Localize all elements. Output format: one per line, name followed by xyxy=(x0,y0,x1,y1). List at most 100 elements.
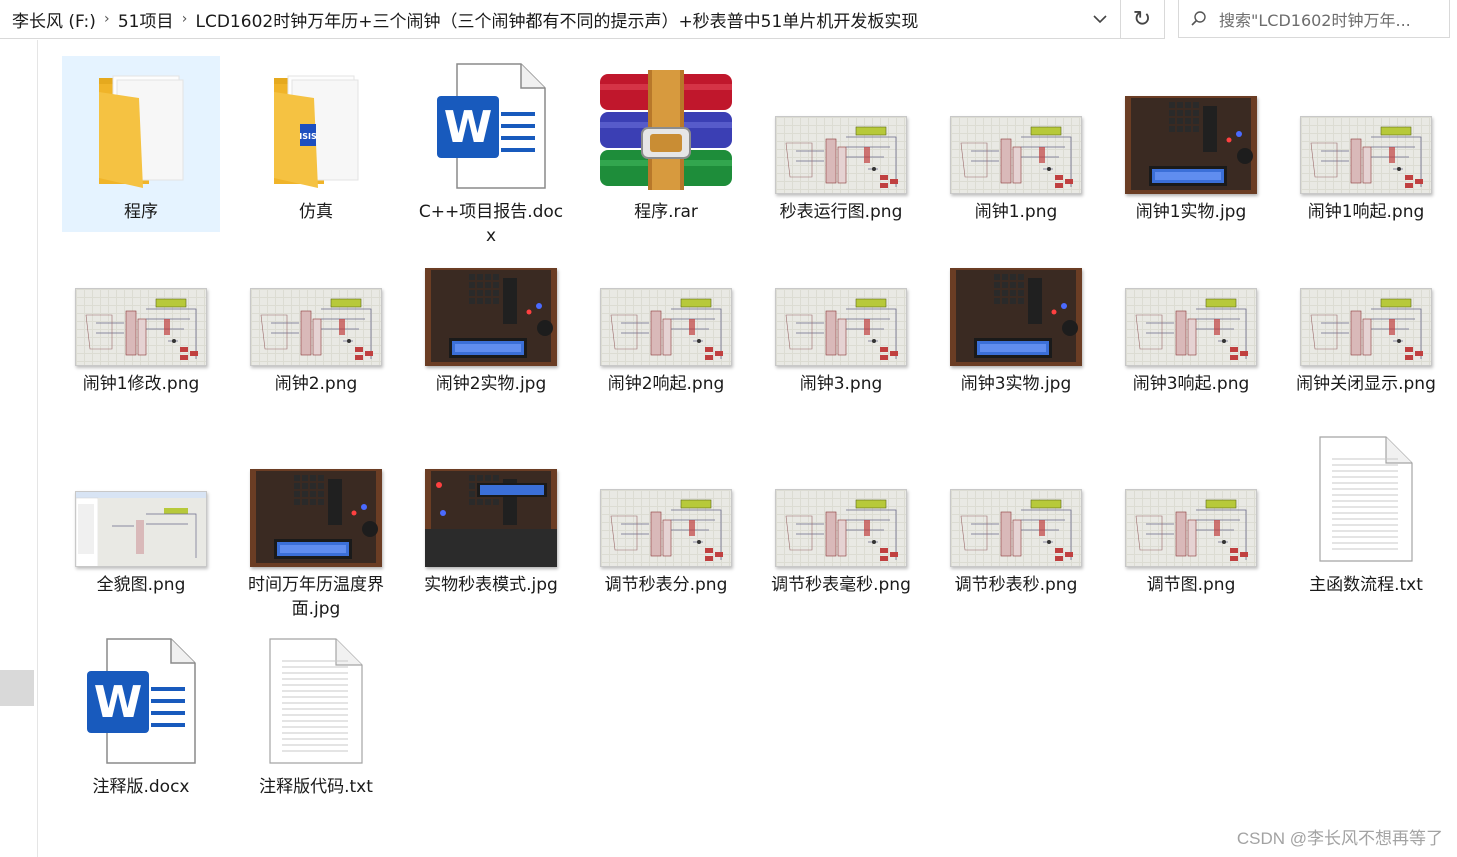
image-thumbnail xyxy=(775,288,907,366)
file-item-icon-area xyxy=(1112,429,1270,571)
text-file-icon xyxy=(268,637,364,769)
breadcrumb-item[interactable]: 51项目 xyxy=(118,7,174,32)
file-item-icon-area xyxy=(762,228,920,370)
file-item-label: 注释版代码.txt xyxy=(259,777,373,797)
file-item[interactable]: 闹钟1.png xyxy=(937,56,1095,232)
breadcrumb-item[interactable]: LCD1602时钟万年历+三个闹钟（三个闹钟都有不同的提示声）+秒表普中51单片… xyxy=(196,7,919,32)
file-item[interactable]: 闹钟关闭显示.png xyxy=(1287,228,1445,404)
rar-archive-icon xyxy=(596,70,736,194)
file-item[interactable]: 实物秒表模式.jpg xyxy=(412,429,570,605)
file-item[interactable]: 主函数流程.txt xyxy=(1287,429,1445,605)
svg-text:W: W xyxy=(94,677,143,728)
address-dropdown-button[interactable] xyxy=(1080,0,1120,38)
search-box[interactable]: 搜索"LCD1602时钟万年... xyxy=(1178,0,1450,38)
file-item-icon-area xyxy=(587,56,745,198)
file-item-label: 闹钟3响起.png xyxy=(1132,374,1250,394)
refresh-button[interactable]: ↻ xyxy=(1120,0,1165,39)
file-item-label: 实物秒表模式.jpg xyxy=(424,575,558,595)
file-item-icon-area xyxy=(587,429,745,571)
file-item[interactable]: 闹钟2实物.jpg xyxy=(412,228,570,404)
file-item[interactable]: W 注释版.docx xyxy=(62,631,220,807)
file-item[interactable]: 注释版代码.txt xyxy=(237,631,395,807)
file-item-label: 闹钟1.png xyxy=(974,202,1058,222)
image-thumbnail xyxy=(1125,288,1257,366)
file-item-icon-area xyxy=(937,429,1095,571)
image-thumbnail xyxy=(250,469,382,567)
image-thumbnail xyxy=(425,469,557,567)
file-item-label: 仿真 xyxy=(299,202,333,222)
file-item-icon-area xyxy=(237,228,395,370)
file-item[interactable]: 调节秒表分.png xyxy=(587,429,745,605)
address-bar[interactable]: 李长风 (F:) › 51项目 › LCD1602时钟万年历+三个闹钟（三个闹钟都有不同… xyxy=(0,0,1121,39)
file-item-label: 秒表运行图.png xyxy=(779,202,903,222)
breadcrumb-item[interactable]: 李长风 (F:) xyxy=(12,7,96,32)
image-thumbnail xyxy=(75,288,207,366)
file-item-label: 调节秒表分.png xyxy=(604,575,728,595)
file-item-label: 时间万年历温度界面.jpg xyxy=(248,575,384,619)
file-item-label: 闹钟2响起.png xyxy=(607,374,725,394)
file-item[interactable]: 闹钟1修改.png xyxy=(62,228,220,404)
file-item-icon-area xyxy=(1112,228,1270,370)
file-item-icon-area xyxy=(412,429,570,571)
file-item-label: 主函数流程.txt xyxy=(1309,575,1423,595)
file-item[interactable]: 调节秒表毫秒.png xyxy=(762,429,920,605)
file-item-icon-area xyxy=(762,429,920,571)
file-item-icon-area xyxy=(762,56,920,198)
file-item[interactable]: ISIS 仿真 xyxy=(237,56,395,232)
file-item[interactable]: 调节秒表秒.png xyxy=(937,429,1095,605)
file-item-label: 注释版.docx xyxy=(92,777,190,797)
file-item-icon-area xyxy=(237,631,395,773)
file-item[interactable]: 闹钟3.png xyxy=(762,228,920,404)
file-item[interactable]: 时间万年历温度界面.jpg xyxy=(237,429,395,619)
file-item-label: 调节秒表秒.png xyxy=(954,575,1078,595)
file-item[interactable]: 程序 xyxy=(62,56,220,232)
file-item[interactable]: 调节图.png xyxy=(1112,429,1270,605)
file-item-label: 程序.rar xyxy=(634,202,698,222)
image-thumbnail xyxy=(1300,288,1432,366)
file-item[interactable]: 闹钟1实物.jpg xyxy=(1112,56,1270,232)
file-item-label: 程序 xyxy=(124,202,158,222)
file-item[interactable]: 程序.rar xyxy=(587,56,745,232)
file-item-icon-area xyxy=(62,56,220,198)
image-thumbnail xyxy=(600,288,732,366)
image-thumbnail xyxy=(950,116,1082,194)
search-icon xyxy=(1179,10,1219,28)
file-item-icon-area xyxy=(62,429,220,571)
file-item-label: 闹钟1修改.png xyxy=(82,374,200,394)
file-item-icon-area xyxy=(62,228,220,370)
image-thumbnail xyxy=(1300,116,1432,194)
file-list: 程序 ISIS 仿真 W C++项目报告.docx 程序.rar 秒表运行图.p… xyxy=(62,56,1452,857)
folder-icon xyxy=(91,66,191,194)
file-item-label: 闹钟2实物.jpg xyxy=(435,374,547,394)
search-input[interactable]: 搜索"LCD1602时钟万年... xyxy=(1219,7,1411,31)
text-file-icon xyxy=(1318,435,1414,567)
file-item-icon-area xyxy=(937,228,1095,370)
image-thumbnail xyxy=(600,489,732,567)
file-item-icon-area xyxy=(1112,56,1270,198)
file-item-icon-area xyxy=(1287,56,1445,198)
breadcrumb-chevron-icon[interactable]: › xyxy=(96,11,118,27)
file-item[interactable]: 秒表运行图.png xyxy=(762,56,920,232)
file-item-label: 闹钟1响起.png xyxy=(1307,202,1425,222)
chevron-down-icon xyxy=(1093,15,1107,24)
breadcrumb-chevron-icon[interactable]: › xyxy=(174,11,196,27)
image-thumbnail xyxy=(250,288,382,366)
file-item-icon-area xyxy=(237,429,395,571)
file-item-label: 闹钟3实物.jpg xyxy=(960,374,1072,394)
file-item[interactable]: W C++项目报告.docx xyxy=(412,56,570,246)
file-item[interactable]: 闹钟2响起.png xyxy=(587,228,745,404)
navigation-pane-selection[interactable] xyxy=(0,670,34,706)
image-thumbnail xyxy=(950,489,1082,567)
image-thumbnail xyxy=(775,116,907,194)
file-item-label: 闹钟关闭显示.png xyxy=(1296,374,1436,394)
file-item-icon-area xyxy=(1287,429,1445,571)
file-item[interactable]: 闹钟3实物.jpg xyxy=(937,228,1095,404)
navigation-pane[interactable] xyxy=(0,40,38,857)
file-item-icon-area xyxy=(1287,228,1445,370)
file-item[interactable]: 闹钟1响起.png xyxy=(1287,56,1445,232)
file-item-icon-area xyxy=(937,56,1095,198)
file-item[interactable]: 全貌图.png xyxy=(62,429,220,605)
file-item[interactable]: 闹钟2.png xyxy=(237,228,395,404)
file-item[interactable]: 闹钟3响起.png xyxy=(1112,228,1270,404)
file-item-icon-area: W xyxy=(412,56,570,198)
